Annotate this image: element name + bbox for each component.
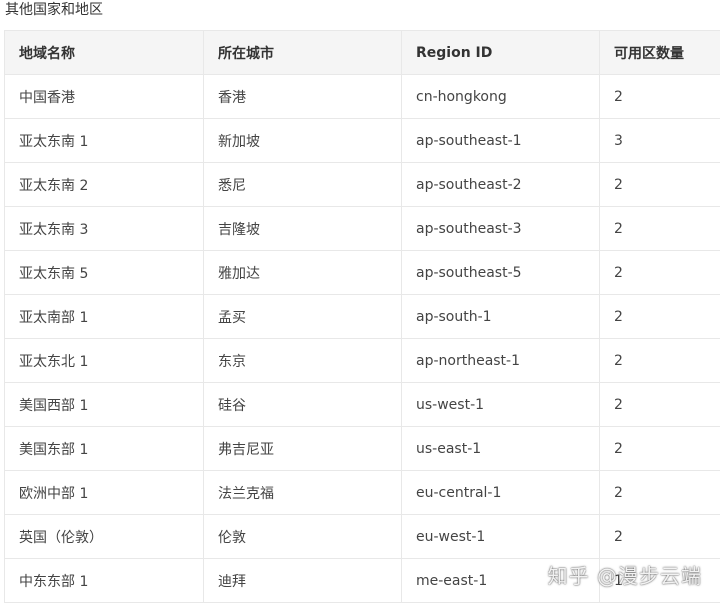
header-region-id: Region ID [401,30,600,75]
cell-city: 孟买 [203,294,402,339]
table-row: 亚太东北 1 东京 ap-northeast-1 2 [4,338,720,383]
cell-region-name: 亚太东南 1 [4,118,204,163]
cell-region-id: ap-northeast-1 [401,338,600,383]
page: 其他国家和地区 地域名称 所在城市 Region ID 可用区数量 中国香港 香港… [0,0,720,603]
header-zone-count: 可用区数量 [599,30,720,75]
table-row: 亚太东南 3 吉隆坡 ap-southeast-3 2 [4,206,720,251]
cell-city: 东京 [203,338,402,383]
cell-region-id: eu-west-1 [401,514,600,559]
cell-region-id: eu-central-1 [401,470,600,515]
cell-region-name: 亚太东南 5 [4,250,204,295]
watermark: 知乎 @漫步云端 [547,564,702,588]
table-row: 中国香港 香港 cn-hongkong 2 [4,74,720,119]
cell-zone-count: 3 [599,118,720,163]
table-row: 亚太东南 1 新加坡 ap-southeast-1 3 [4,118,720,163]
cell-region-id: ap-southeast-2 [401,162,600,207]
cell-city: 迪拜 [203,558,402,603]
section-heading: 其他国家和地区 [5,2,103,18]
table-row: 亚太东南 2 悉尼 ap-southeast-2 2 [4,162,720,207]
cell-region-id: us-east-1 [401,426,600,471]
cell-region-name: 美国西部 1 [4,382,204,427]
cell-zone-count: 2 [599,74,720,119]
table-row: 美国西部 1 硅谷 us-west-1 2 [4,382,720,427]
table-body: 中国香港 香港 cn-hongkong 2 亚太东南 1 新加坡 ap-southeast-… [4,74,720,603]
cell-region-name: 亚太南部 1 [4,294,204,339]
cell-city: 硅谷 [203,382,402,427]
cell-zone-count: 2 [599,206,720,251]
cell-region-name: 英国（伦敦） [4,514,204,559]
cell-region-name: 中国香港 [4,74,204,119]
cell-city: 雅加达 [203,250,402,295]
cell-zone-count: 2 [599,162,720,207]
cell-zone-count: 2 [599,514,720,559]
cell-zone-count: 2 [599,294,720,339]
cell-city: 新加坡 [203,118,402,163]
cell-city: 弗吉尼亚 [203,426,402,471]
cell-city: 法兰克福 [203,470,402,515]
cell-zone-count: 2 [599,426,720,471]
cell-zone-count: 2 [599,250,720,295]
cell-city: 吉隆坡 [203,206,402,251]
cell-region-name: 美国东部 1 [4,426,204,471]
table-row: 亚太南部 1 孟买 ap-south-1 2 [4,294,720,339]
cell-region-id: ap-southeast-3 [401,206,600,251]
cell-city: 伦敦 [203,514,402,559]
table-row: 亚太东南 5 雅加达 ap-southeast-5 2 [4,250,720,295]
cell-region-id: ap-southeast-5 [401,250,600,295]
cell-region-name: 欧洲中部 1 [4,470,204,515]
cell-zone-count: 2 [599,338,720,383]
cell-region-name: 亚太东北 1 [4,338,204,383]
cell-region-id: ap-southeast-1 [401,118,600,163]
table-header-row: 地域名称 所在城市 Region ID 可用区数量 [4,30,720,75]
cell-region-id: cn-hongkong [401,74,600,119]
table-row: 英国（伦敦） 伦敦 eu-west-1 2 [4,514,720,559]
cell-region-id: ap-south-1 [401,294,600,339]
cell-zone-count: 2 [599,382,720,427]
table-row: 欧洲中部 1 法兰克福 eu-central-1 2 [4,470,720,515]
cell-city: 香港 [203,74,402,119]
regions-table: 地域名称 所在城市 Region ID 可用区数量 中国香港 香港 cn-hongk… [4,30,720,603]
cell-city: 悉尼 [203,162,402,207]
cell-zone-count: 2 [599,470,720,515]
cell-region-name: 中东东部 1 [4,558,204,603]
cell-region-id: us-west-1 [401,382,600,427]
header-city: 所在城市 [203,30,402,75]
table-row: 美国东部 1 弗吉尼亚 us-east-1 2 [4,426,720,471]
cell-region-name: 亚太东南 2 [4,162,204,207]
header-region-name: 地域名称 [4,30,204,75]
cell-region-name: 亚太东南 3 [4,206,204,251]
